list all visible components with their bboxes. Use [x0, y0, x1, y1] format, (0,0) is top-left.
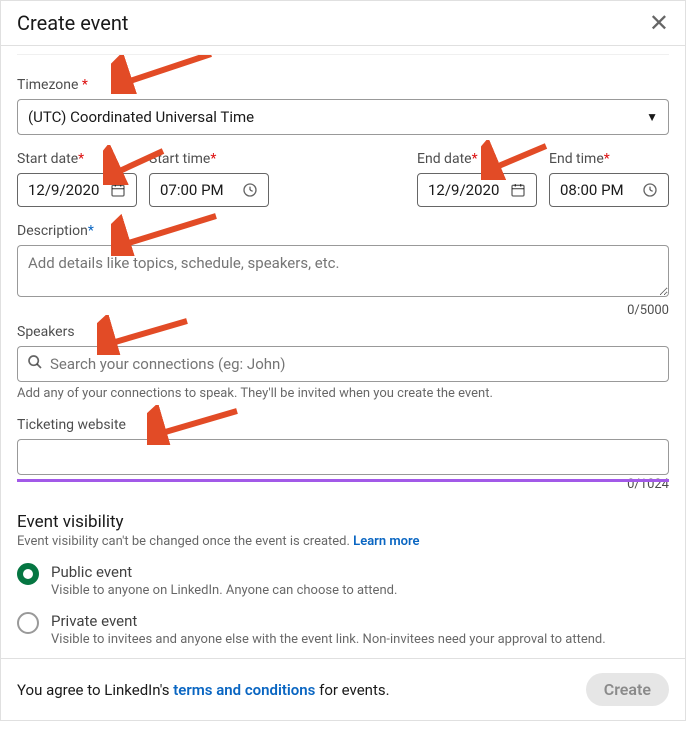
ticketing-field: Ticketing website 0/1024: [17, 417, 669, 492]
start-group: Start date* 12/9/2020 Start time*: [17, 151, 269, 207]
description-field: Description* 0/5000: [17, 223, 669, 318]
speakers-field: Speakers Add any of your connections to …: [17, 324, 669, 401]
start-time-input[interactable]: 07:00 PM: [149, 173, 269, 207]
speakers-label: Speakers: [17, 324, 669, 340]
calendar-icon: [110, 182, 126, 198]
visibility-title: Event visibility: [17, 512, 669, 532]
radio-public[interactable]: [17, 563, 39, 585]
end-date-label: End date*: [417, 151, 537, 167]
ticketing-input[interactable]: [17, 439, 669, 475]
start-date-input[interactable]: 12/9/2020: [17, 173, 137, 207]
start-date-field: Start date* 12/9/2020: [17, 151, 137, 207]
start-time-value: 07:00 PM: [160, 181, 224, 199]
description-textarea[interactable]: [17, 245, 669, 297]
close-icon[interactable]: ✕: [649, 11, 669, 35]
end-date-value: 12/9/2020: [428, 181, 499, 199]
description-label: Description*: [17, 223, 669, 239]
datetime-row: Start date* 12/9/2020 Start time*: [17, 151, 669, 207]
footer-agreement: You agree to LinkedIn's terms and condit…: [17, 681, 390, 699]
visibility-learn-more-link[interactable]: Learn more: [353, 534, 419, 549]
required-asterisk: *: [82, 77, 88, 93]
radio-private-label: Private event: [51, 612, 606, 630]
speakers-search-wrap: [17, 346, 669, 382]
clock-icon: [642, 182, 658, 198]
modal-body: Timezone * (UTC) Coordinated Universal T…: [1, 46, 685, 658]
start-date-value: 12/9/2020: [28, 181, 99, 199]
end-group: End date* 12/9/2020 End time*: [417, 151, 669, 207]
radio-public-desc: Visible to anyone on LinkedIn. Anyone ca…: [51, 583, 397, 598]
ticketing-counter: 0/1024: [17, 477, 669, 492]
end-time-value: 08:00 PM: [560, 181, 624, 199]
radio-public-label: Public event: [51, 563, 397, 581]
modal-footer: You agree to LinkedIn's terms and condit…: [1, 658, 685, 720]
clock-icon: [242, 182, 258, 198]
end-date-field: End date* 12/9/2020: [417, 151, 537, 207]
terms-link[interactable]: terms and conditions: [173, 681, 315, 699]
modal-title: Create event: [17, 11, 128, 35]
description-counter: 0/5000: [17, 303, 669, 318]
timezone-label: Timezone *: [17, 77, 669, 93]
radio-private[interactable]: [17, 612, 39, 634]
ticketing-label: Ticketing website: [17, 417, 669, 433]
end-date-input[interactable]: 12/9/2020: [417, 173, 537, 207]
create-button[interactable]: Create: [586, 673, 669, 706]
search-icon: [27, 354, 43, 374]
radio-private-desc: Visible to invitees and anyone else with…: [51, 632, 606, 647]
end-time-label: End time*: [549, 151, 669, 167]
speakers-helper: Add any of your connections to speak. Th…: [17, 386, 669, 401]
end-time-field: End time* 08:00 PM: [549, 151, 669, 207]
modal-header: Create event ✕: [1, 1, 685, 46]
chevron-down-icon: ▼: [646, 110, 658, 124]
visibility-option-public[interactable]: Public event Visible to anyone on Linked…: [17, 563, 669, 598]
speakers-search-input[interactable]: [17, 346, 669, 382]
start-time-field: Start time* 07:00 PM: [149, 151, 269, 207]
timezone-select[interactable]: (UTC) Coordinated Universal Time ▼: [17, 99, 669, 135]
start-time-label: Start time*: [149, 151, 269, 167]
calendar-icon: [510, 182, 526, 198]
visibility-option-private[interactable]: Private event Visible to invitees and an…: [17, 612, 669, 647]
timezone-value: (UTC) Coordinated Universal Time: [28, 108, 254, 126]
timezone-label-text: Timezone: [17, 77, 78, 93]
timezone-field: Timezone * (UTC) Coordinated Universal T…: [17, 77, 669, 135]
form-scroll-area[interactable]: Timezone * (UTC) Coordinated Universal T…: [17, 54, 669, 654]
create-event-modal: Create event ✕ Timezone * (UTC) Coordina…: [0, 0, 686, 721]
visibility-subtitle: Event visibility can't be changed once t…: [17, 534, 669, 549]
start-date-label: Start date*: [17, 151, 137, 167]
end-time-input[interactable]: 08:00 PM: [549, 173, 669, 207]
